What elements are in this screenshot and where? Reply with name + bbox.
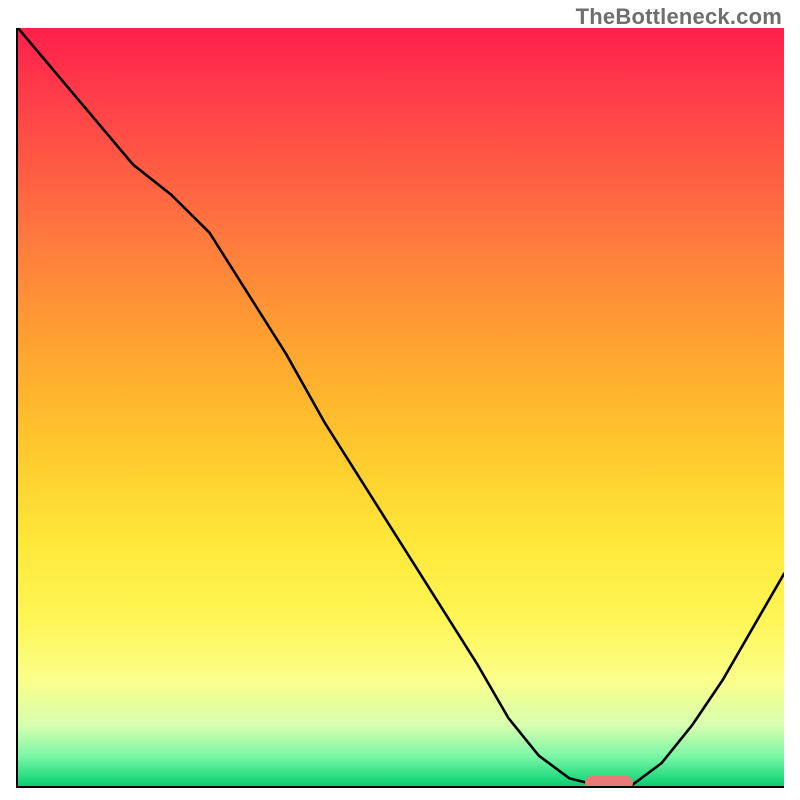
chart-container: TheBottleneck.com bbox=[0, 0, 800, 800]
attribution-label: TheBottleneck.com bbox=[576, 4, 782, 30]
optimal-marker bbox=[585, 776, 633, 788]
bottleneck-curve bbox=[18, 28, 784, 786]
plot-area bbox=[16, 28, 784, 788]
